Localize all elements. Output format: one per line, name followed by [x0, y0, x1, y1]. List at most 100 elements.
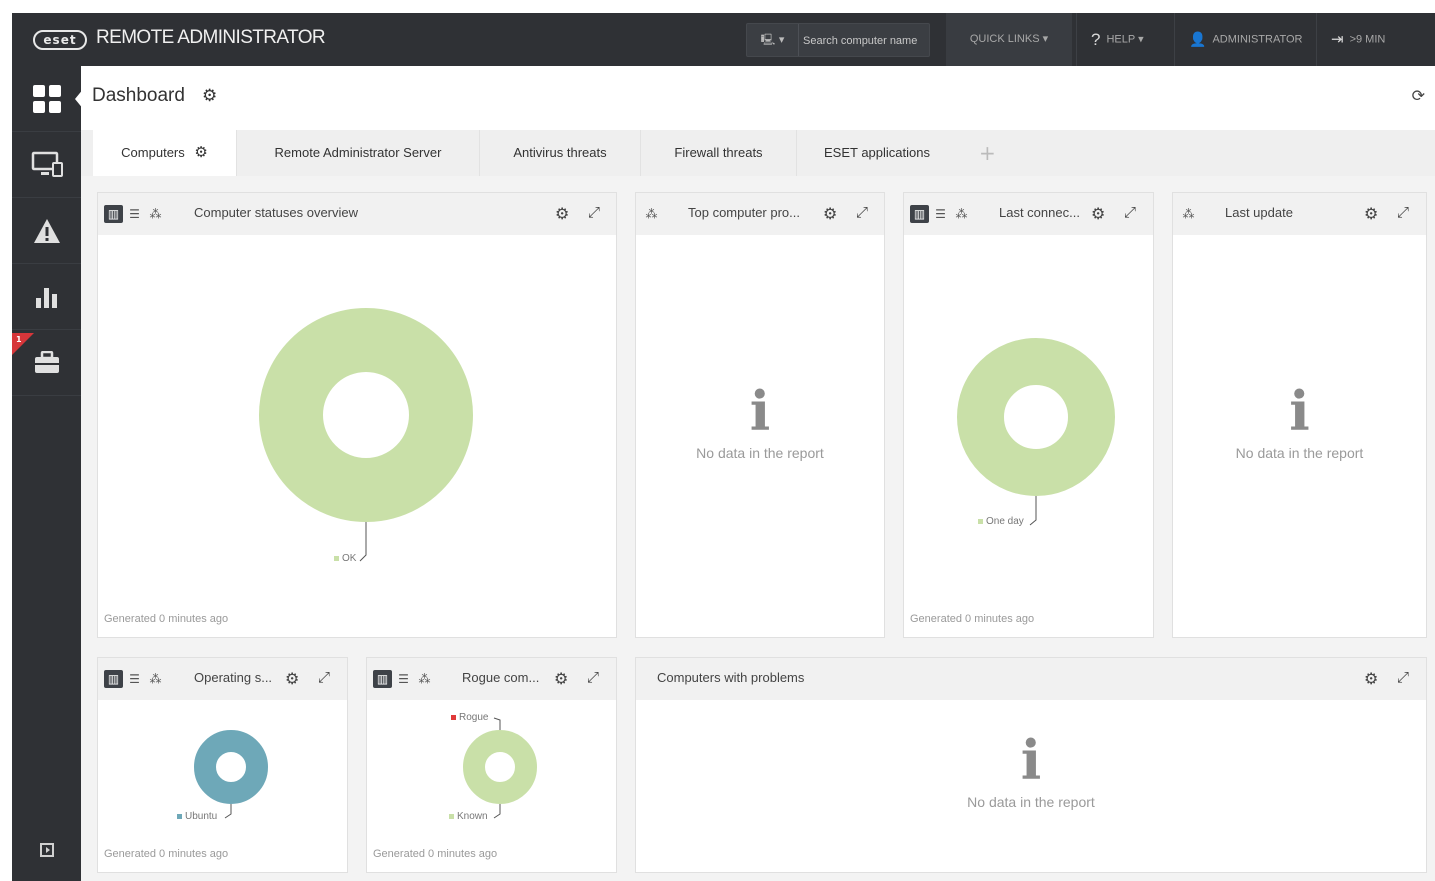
- table-view-icon[interactable]: ☰: [125, 205, 144, 223]
- search-type-dropdown[interactable]: 🖳 ▾: [747, 24, 799, 56]
- view-switcher: ⁂: [642, 205, 663, 223]
- legend-label-known: Known: [457, 811, 488, 822]
- tab-computers[interactable]: Computers ⚙: [93, 130, 237, 176]
- widget-rogue-computers: ▥ ☰ ⁂ Rogue com... ⚙ ⤢ Rogue Known Generat…: [366, 657, 617, 873]
- reports-chart-icon: [35, 288, 57, 308]
- quick-links-button[interactable]: QUICK LINKS ▾: [946, 13, 1072, 73]
- donut-chart-rogue-computers: Rogue Known: [449, 712, 537, 822]
- info-icon: i: [749, 379, 771, 443]
- user-button[interactable]: 👤 ADMINISTRATOR: [1174, 13, 1316, 66]
- refresh-icon[interactable]: ⟳: [1412, 86, 1425, 105]
- legend-label-ubuntu: Ubuntu: [185, 811, 217, 822]
- tab-label: Firewall threats: [674, 145, 763, 160]
- donut-slice-ok[interactable]: [259, 308, 473, 522]
- graph-view-icon[interactable]: ⁂: [146, 670, 165, 688]
- sidebar: 1: [12, 66, 84, 881]
- legend-swatch: [449, 814, 454, 819]
- caret-down-icon: ▾: [778, 33, 785, 46]
- widget-header: ▥ ☰ ⁂ Operating s... ⚙ ⤢: [98, 658, 347, 700]
- dashboard-settings-gear-icon[interactable]: ⚙: [202, 86, 217, 106]
- graph-view-icon[interactable]: ⁂: [642, 205, 661, 223]
- info-icon: i: [1020, 728, 1042, 792]
- widget-computers-with-problems: Computers with problems ⚙ ⤢ i No data in…: [635, 657, 1427, 873]
- chart-view-icon[interactable]: ▥: [104, 670, 123, 688]
- leader-line: [1029, 496, 1037, 526]
- graph-view-icon[interactable]: ⁂: [952, 205, 971, 223]
- caret-down-icon: ▾: [1042, 33, 1049, 45]
- tab-eset-applications[interactable]: ESET applications: [797, 130, 957, 176]
- view-switcher: ▥ ☰ ⁂: [104, 205, 167, 223]
- no-data-panel: i No data in the report: [636, 732, 1426, 810]
- computer-icon: 🖳: [760, 33, 776, 46]
- no-data-message: No data in the report: [967, 794, 1095, 810]
- tab-label: ESET applications: [824, 145, 930, 160]
- chart-view-icon[interactable]: ▥: [373, 670, 392, 688]
- widget-title: Rogue com...: [462, 670, 540, 685]
- graph-view-icon[interactable]: ⁂: [1179, 205, 1198, 223]
- widget-operating-systems: ▥ ☰ ⁂ Operating s... ⚙ ⤢ Ubuntu Generated …: [97, 657, 348, 873]
- dashboard-content: ▥ ☰ ⁂ Computer statuses overview ⚙ ⤢ OK Ge…: [81, 176, 1435, 881]
- widget-expand-icon[interactable]: ⤢: [588, 203, 600, 221]
- computers-icon: [31, 151, 63, 177]
- widget-expand-icon[interactable]: ⤢: [587, 668, 599, 686]
- graph-view-icon[interactable]: ⁂: [146, 205, 165, 223]
- tab-antivirus-threats[interactable]: Antivirus threats: [480, 130, 641, 176]
- widget-gear-icon[interactable]: ⚙: [1364, 669, 1378, 688]
- graph-view-icon[interactable]: ⁂: [415, 670, 434, 688]
- user-label: ADMINISTRATOR: [1212, 33, 1303, 46]
- widget-gear-icon[interactable]: ⚙: [285, 669, 299, 688]
- no-data-message: No data in the report: [1235, 445, 1364, 461]
- widget-last-update: ⁂ Last update ⚙ ⤢ i No data in the repor…: [1172, 192, 1427, 638]
- generated-timestamp: Generated 0 minutes ago: [373, 848, 498, 860]
- widget-gear-icon[interactable]: ⚙: [1091, 204, 1105, 223]
- tab-gear-icon[interactable]: ⚙: [194, 144, 207, 161]
- widget-expand-icon[interactable]: ⤢: [1397, 668, 1409, 686]
- widget-gear-icon[interactable]: ⚙: [1364, 204, 1378, 223]
- widget-title: Last connec...: [999, 205, 1080, 220]
- widget-gear-icon[interactable]: ⚙: [555, 204, 569, 223]
- table-view-icon[interactable]: ☰: [125, 670, 144, 688]
- search-input[interactable]: [803, 32, 927, 50]
- help-button[interactable]: ? HELP ▾: [1076, 13, 1174, 66]
- sidebar-item-reports[interactable]: [12, 264, 81, 330]
- chart-view-icon[interactable]: ▥: [104, 205, 123, 223]
- threats-warning-icon: [33, 219, 60, 243]
- leader-line: [493, 804, 501, 819]
- add-tab-icon[interactable]: +: [979, 130, 996, 176]
- widget-gear-icon[interactable]: ⚙: [554, 669, 568, 688]
- no-data-panel: i No data in the report: [636, 383, 884, 461]
- sidebar-item-dashboard[interactable]: [12, 66, 84, 132]
- collapse-sidebar-icon: [39, 843, 54, 857]
- eset-logo: eset: [33, 30, 87, 50]
- widget-expand-icon[interactable]: ⤢: [318, 668, 330, 686]
- badge-count: 1: [16, 335, 22, 344]
- donut-slice-known[interactable]: [463, 730, 537, 804]
- widget-expand-icon[interactable]: ⤢: [1397, 203, 1409, 221]
- widget-gear-icon[interactable]: ⚙: [823, 204, 837, 223]
- widget-expand-icon[interactable]: ⤢: [856, 203, 868, 221]
- widget-expand-icon[interactable]: ⤢: [1124, 203, 1136, 221]
- table-view-icon[interactable]: ☰: [394, 670, 413, 688]
- tab-label: Remote Administrator Server: [274, 145, 442, 160]
- generated-timestamp: Generated 0 minutes ago: [910, 613, 1035, 625]
- dashboard-tabs: Computers ⚙ Remote Administrator Server …: [81, 130, 1435, 176]
- collapse-sidebar-button[interactable]: [12, 842, 81, 863]
- sidebar-item-computers[interactable]: [12, 132, 81, 198]
- legend-swatch: [978, 519, 983, 524]
- widget-header: ▥ ☰ ⁂ Computer statuses overview ⚙ ⤢: [98, 193, 616, 235]
- leader-line: [224, 804, 232, 819]
- widget-title: Computers with problems: [657, 670, 805, 685]
- no-data-message: No data in the report: [696, 445, 824, 461]
- sidebar-item-threats[interactable]: [12, 198, 81, 264]
- view-switcher: ▥ ☰ ⁂: [910, 205, 973, 223]
- logout-button[interactable]: ⇥ >9 MIN: [1316, 13, 1435, 66]
- caret-down-icon: ▾: [1138, 33, 1144, 46]
- donut-slice-ubuntu[interactable]: [194, 730, 268, 804]
- donut-slice-one-day[interactable]: [957, 338, 1115, 496]
- widget-header: ▥ ☰ ⁂ Last connec... ⚙ ⤢: [904, 193, 1153, 235]
- table-view-icon[interactable]: ☰: [931, 205, 950, 223]
- help-question-icon: ?: [1091, 30, 1101, 49]
- tab-firewall-threats[interactable]: Firewall threats: [641, 130, 797, 176]
- tab-remote-admin-server[interactable]: Remote Administrator Server: [237, 130, 480, 176]
- chart-view-icon[interactable]: ▥: [910, 205, 929, 223]
